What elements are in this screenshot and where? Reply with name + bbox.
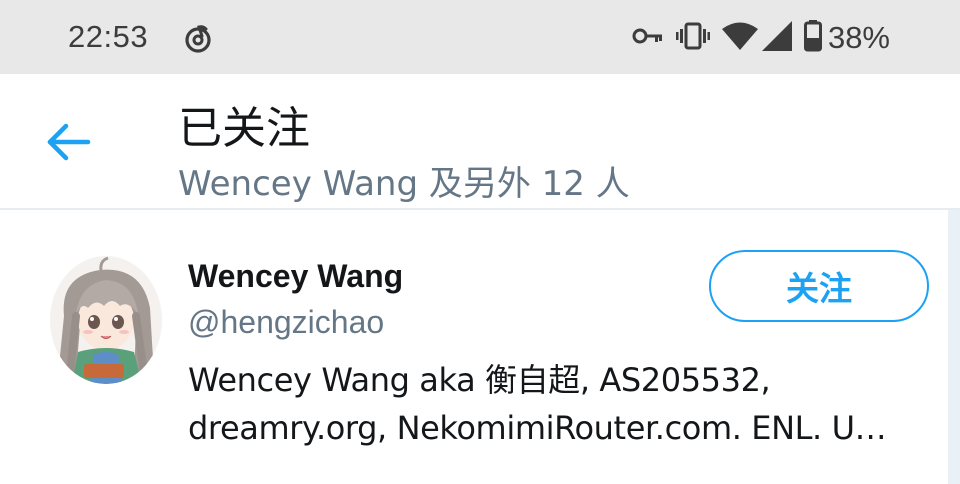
follow-button[interactable]: 关注 <box>709 250 929 322</box>
user-name[interactable]: Wencey Wang <box>188 258 403 295</box>
user-handle: @hengzichao <box>188 304 385 340</box>
page-subtitle: Wencey Wang 及另外 12 人 <box>178 164 630 204</box>
battery-icon <box>803 19 822 57</box>
page-title: 已关注 <box>178 103 310 154</box>
wifi-icon <box>721 22 758 55</box>
avatar[interactable] <box>50 256 162 384</box>
user-bio: Wencey Wang aka 衡自超, AS205532, dreamry.o… <box>188 361 887 447</box>
status-bar: 22:53 38% <box>0 0 960 74</box>
key-icon <box>632 25 664 52</box>
vibrate-icon <box>675 21 710 56</box>
screen: 22:53 38% 已关注 Wencey Wang 及另外 12 人 Wence… <box>0 0 960 484</box>
anime-girl-avatar <box>50 256 162 384</box>
user-list-item[interactable]: Wencey Wang @hengzichao Wencey Wang aka … <box>0 210 948 484</box>
app-bar: 已关注 Wencey Wang 及另外 12 人 <box>0 74 960 210</box>
status-icons: 38% <box>620 18 890 58</box>
battery-percent: 38% <box>827 20 890 55</box>
netease-music-icon <box>182 23 214 55</box>
status-time: 22:53 <box>68 19 149 54</box>
arrow-left-icon <box>47 123 91 161</box>
back-button[interactable] <box>40 118 96 166</box>
cell-signal-icon <box>761 20 792 56</box>
scroll-indicator <box>948 210 960 484</box>
